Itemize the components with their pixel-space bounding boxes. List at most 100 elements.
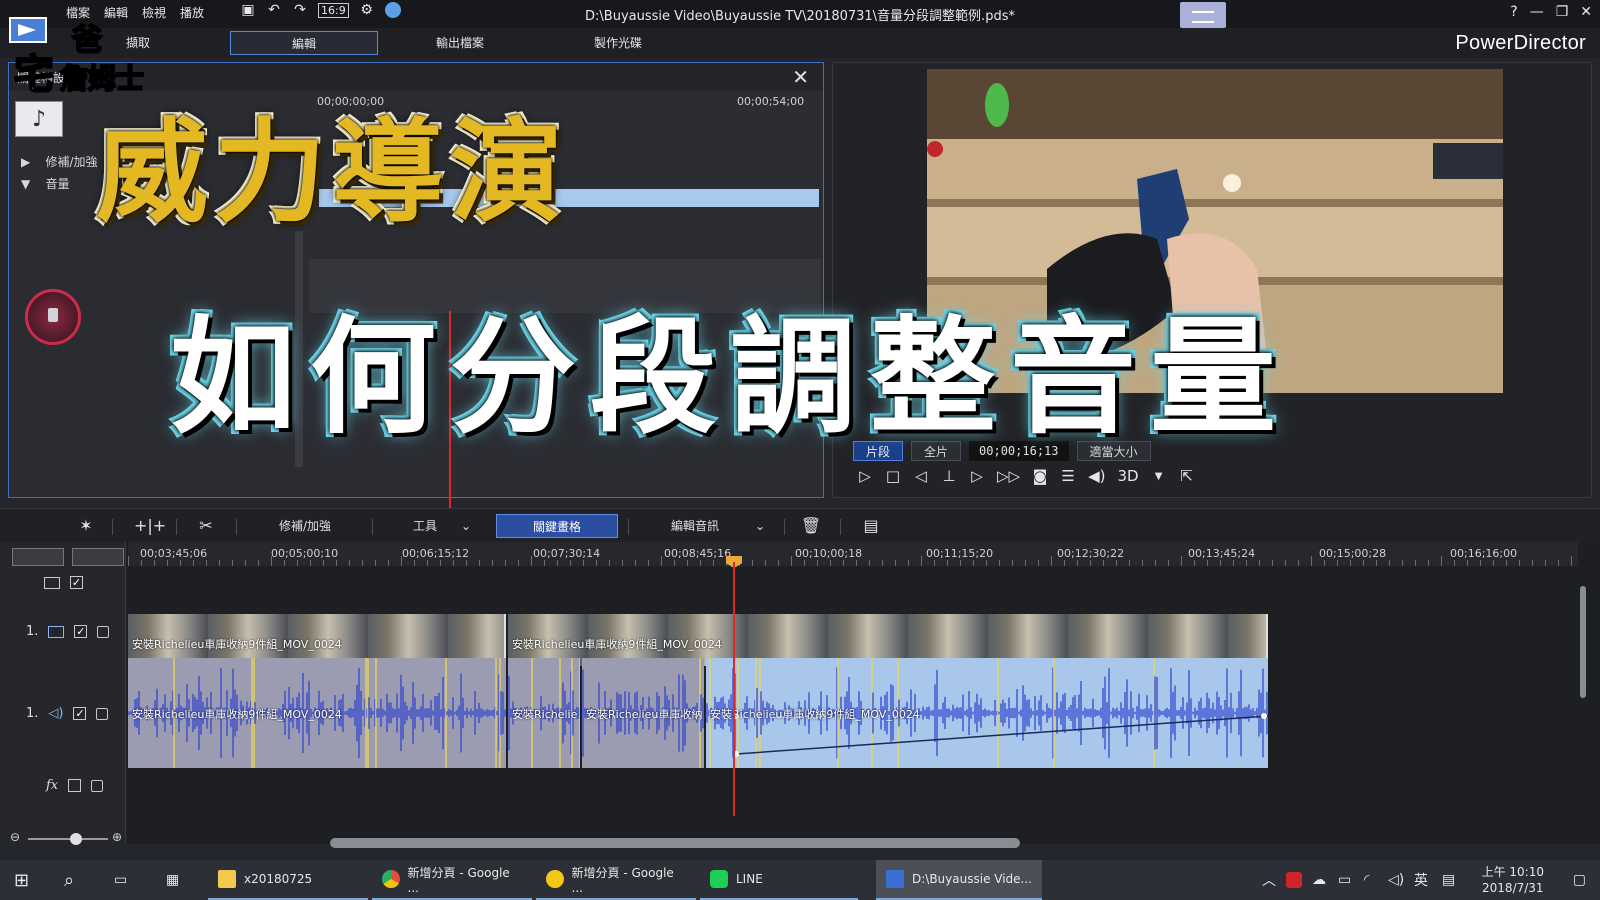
ruler-minor-tick — [1207, 560, 1208, 566]
storyboard-view-icon[interactable] — [72, 548, 124, 566]
help-icon[interactable]: ? — [1510, 4, 1517, 20]
undock-preview-icon[interactable]: ⇱ — [1179, 467, 1195, 485]
ruler-minor-tick — [1480, 560, 1481, 566]
edit-audio-dropdown-icon[interactable]: ⌄ — [752, 514, 768, 538]
audio-clip-selected[interactable]: 安裝Richelieu車庫收納9件組_MOV_0024 — [706, 658, 1268, 768]
snapshot-camera-icon[interactable]: ◙ — [1032, 467, 1048, 485]
tab-edit[interactable]: 編輯 — [230, 31, 378, 55]
zoom-track[interactable] — [28, 838, 108, 840]
three-d-dropdown-icon[interactable]: ▼ — [1151, 471, 1167, 482]
svg-text:爸: 爸 — [71, 23, 102, 58]
tray-ime-indicator[interactable]: 英 — [1414, 860, 1428, 900]
video-track-controls: 1. ✓ — [26, 624, 110, 639]
tray-overflow-icon[interactable]: ︿ — [1262, 860, 1276, 900]
ruler-minor-tick — [843, 560, 844, 566]
tools-dropdown-icon[interactable]: ⌄ — [458, 514, 474, 538]
tray-battery-icon[interactable]: ▭ — [1338, 860, 1351, 900]
audio-clip[interactable]: 安裝Richelieu車庫收納9件組_MOV_0024 — [128, 658, 506, 768]
tab-disc[interactable]: 製作光碟 — [578, 31, 658, 55]
previous-frame-icon[interactable]: ◁ — [913, 467, 929, 485]
music-note-icon: ♪ — [15, 101, 63, 137]
timeline-view-icon[interactable] — [12, 548, 64, 566]
zoom-in-icon[interactable]: ⊕ — [112, 830, 122, 844]
minimize-button[interactable]: — — [1530, 4, 1544, 20]
play-icon[interactable]: ▷ — [857, 467, 873, 485]
waveform-peak-marker — [579, 658, 580, 768]
close-button[interactable]: ✕ — [1580, 4, 1592, 20]
volume-speaker-icon[interactable]: ◀) — [1088, 467, 1105, 485]
audio-track-enable-checkbox[interactable]: ✓ — [73, 707, 87, 720]
keyframe-panel-close-button[interactable]: ✕ — [792, 65, 809, 89]
tray-volume-icon[interactable]: ◁) — [1388, 860, 1404, 900]
audio-clip[interactable]: 安裝Richelieu車庫收納 — [582, 658, 704, 768]
ruler-minor-tick — [362, 560, 363, 566]
split-marker-icon[interactable]: +|+ — [134, 514, 166, 538]
task-view-icon[interactable]: ▭ — [114, 860, 127, 900]
audio-track-lock-icon[interactable] — [96, 707, 109, 720]
ruler-minor-tick — [752, 560, 753, 566]
magic-tool-icon[interactable]: ✶ — [74, 514, 98, 538]
action-center-icon[interactable]: ▢ — [1573, 860, 1586, 900]
track-thumbnail-icon[interactable] — [44, 576, 60, 589]
three-d-toggle[interactable]: 3D — [1117, 467, 1138, 485]
taskbar-app-chrome[interactable]: 新增分頁 - Google ... — [372, 860, 532, 900]
timeline-ruler[interactable]: 00;03;45;06 00;05;00;10 00;06;15;12 00;07;3… — [128, 542, 1578, 566]
windows-start-icon[interactable]: ⊞ — [14, 860, 29, 900]
timeline-zoom-slider[interactable]: ⊖ ⊕ — [10, 830, 126, 846]
edit-audio-button[interactable]: 編輯音訊 — [662, 514, 728, 538]
ruler-minor-tick — [1038, 560, 1039, 566]
fast-forward-icon[interactable]: ▷▷ — [997, 467, 1020, 485]
row-volume[interactable]: ▼ 音量 — [21, 175, 70, 192]
row-fix-enhance-label: 修補/加強 — [45, 155, 98, 169]
tray-ime-pad-icon[interactable]: ▤ — [1442, 860, 1455, 900]
expand-arrow-icon[interactable]: ▶ — [21, 155, 30, 169]
search-icon[interactable]: ⌕ — [64, 860, 74, 900]
master-track-checkbox[interactable]: ✓ — [70, 576, 83, 589]
keyframe-button[interactable]: 關鍵畫格 — [496, 514, 618, 538]
next-frame-icon[interactable]: ▷ — [969, 467, 985, 485]
tray-wifi-icon[interactable]: ◜ — [1364, 860, 1369, 900]
taskbar-app-chrome-canary[interactable]: 新增分頁 - Google ... — [536, 860, 696, 900]
cut-scissors-icon[interactable]: ✂ — [194, 514, 218, 538]
volume-keyframe-button[interactable] — [25, 289, 81, 345]
tab-output[interactable]: 輸出檔案 — [424, 31, 496, 55]
step-icon[interactable]: ⊥ — [941, 467, 957, 485]
zoom-out-icon[interactable]: ⊖ — [10, 830, 20, 844]
tray-cloud-icon[interactable]: ☁ — [1312, 860, 1326, 900]
video-track-enable-checkbox[interactable]: ✓ — [74, 625, 88, 638]
ruler-minor-tick — [583, 560, 584, 566]
fix-enhance-button[interactable]: 修補/加強 — [270, 514, 340, 538]
timeline-playhead[interactable] — [733, 562, 735, 816]
ruler-timecode: 00;07;30;14 — [533, 547, 601, 560]
video-track-lock-icon[interactable] — [97, 625, 110, 638]
timeline-hscroll[interactable] — [144, 838, 1574, 848]
ruler-minor-tick — [1519, 560, 1520, 566]
row-fix-enhance[interactable]: ▶ 修補/加強 — [21, 153, 98, 170]
fx-track-checkbox[interactable] — [68, 779, 82, 792]
tray-security-icon[interactable] — [1286, 860, 1302, 900]
taskbar-clock[interactable]: 上午 10:10 2018/7/31 — [1482, 864, 1544, 896]
taskbar-app-powerdirector[interactable]: D:\Buyaussie Vide... — [876, 860, 1042, 900]
restore-button[interactable]: ❐ — [1556, 4, 1569, 20]
taskbar-app-folder[interactable]: x20180725 — [208, 860, 368, 900]
ruler-minor-tick — [778, 560, 779, 566]
ruler-timecode: 00;16;16;00 — [1450, 547, 1518, 560]
timeline-vscroll[interactable] — [1578, 572, 1588, 824]
ruler-minor-tick — [570, 560, 571, 566]
delete-trash-icon[interactable]: 🗑 — [800, 514, 822, 538]
calculator-icon[interactable]: ▦ — [166, 860, 179, 900]
layout-toggle-button[interactable] — [1180, 2, 1226, 28]
ruler-minor-tick — [219, 560, 220, 566]
fx-track-lock-icon[interactable] — [91, 779, 104, 792]
collapse-arrow-icon[interactable]: ▼ — [21, 177, 30, 191]
stop-icon[interactable]: □ — [885, 467, 901, 485]
hscroll-thumb[interactable] — [330, 838, 1020, 848]
more-features-icon[interactable]: ▤ — [860, 514, 882, 538]
zoom-knob[interactable] — [70, 833, 82, 845]
ruler-timecode: 00;15;00;28 — [1319, 547, 1387, 560]
audio-clip[interactable]: 安裝Richelie — [508, 658, 580, 768]
tools-button[interactable]: 工具 — [400, 514, 450, 538]
subtitle-icon[interactable]: ☰ — [1060, 467, 1076, 485]
taskbar-app-line[interactable]: LINE — [700, 860, 858, 900]
vscroll-thumb[interactable] — [1580, 586, 1586, 698]
